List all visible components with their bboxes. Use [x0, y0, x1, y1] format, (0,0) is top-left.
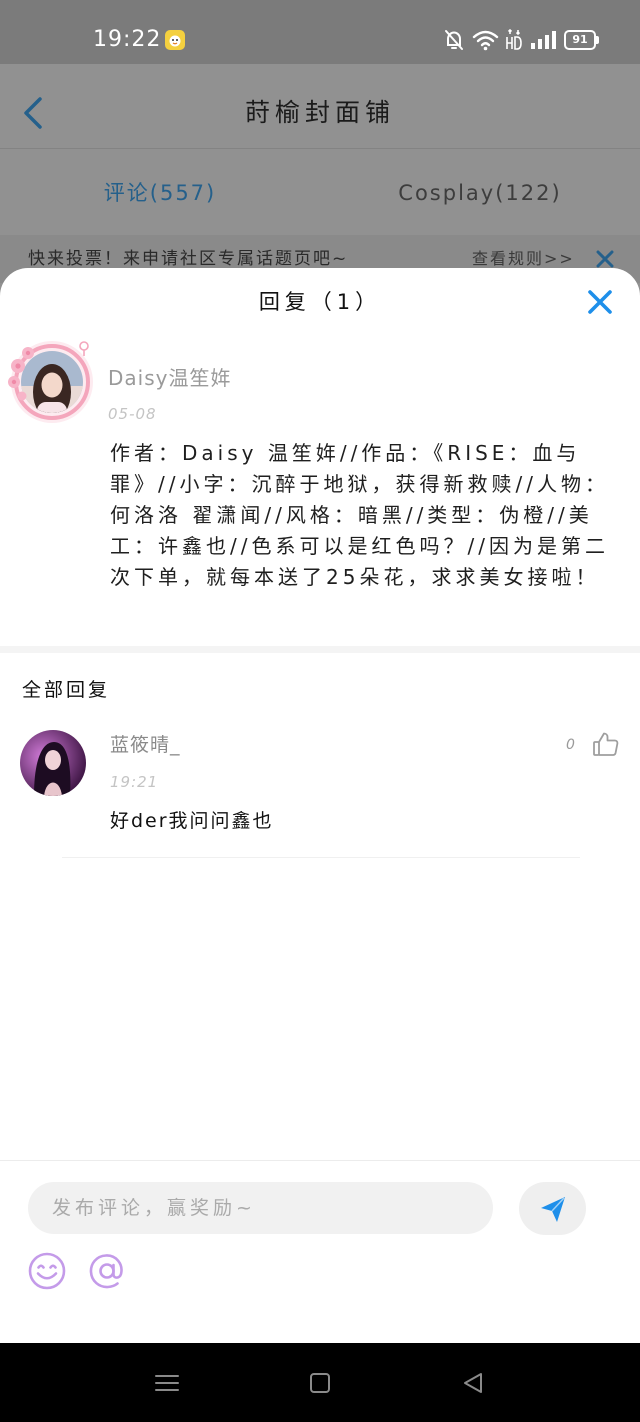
at-icon	[89, 1254, 123, 1289]
app-notification-icon	[164, 29, 186, 51]
battery-tip	[596, 36, 599, 44]
reply-sheet: 回复（1） Daisy温笙姩 05-08 作者：Daisy 温笙姩//作品：《R…	[0, 268, 640, 1343]
comment-author[interactable]: Daisy温笙姩	[108, 364, 231, 392]
comment-text: 作者：Daisy 温笙姩//作品：《RISE：血与罪》//小字：沉醉于地狱，获得…	[110, 441, 609, 589]
send-button[interactable]	[519, 1182, 586, 1235]
like-count: 0	[566, 737, 575, 753]
reply-text: 好der我问问鑫也	[110, 810, 274, 832]
comment-input[interactable]	[28, 1182, 493, 1234]
battery-icon: 91	[564, 30, 600, 50]
paper-plane-icon	[541, 1197, 565, 1222]
avatar[interactable]	[6, 336, 98, 428]
close-icon	[588, 290, 612, 314]
battery-level: 91	[572, 33, 588, 46]
status-time: 19:22	[93, 27, 162, 52]
replies-header: 全部回复	[22, 679, 111, 701]
avatar[interactable]	[20, 730, 86, 796]
menu-button[interactable]	[154, 1372, 180, 1394]
smiley-icon	[28, 1252, 66, 1290]
hd-icon	[506, 29, 522, 51]
menu-icon	[155, 1375, 179, 1391]
section-divider	[0, 646, 640, 653]
wifi-icon	[472, 29, 499, 51]
navigation-bar	[0, 1343, 640, 1422]
reply-divider	[62, 857, 580, 858]
status-bar: 19:22 91	[0, 0, 640, 64]
mention-button[interactable]	[86, 1250, 128, 1292]
thumbs-up-icon	[593, 732, 619, 756]
back-nav-button[interactable]	[461, 1371, 485, 1395]
signal-icon	[530, 30, 556, 50]
comment-date: 05-08	[108, 405, 157, 423]
bell-off-icon	[444, 29, 464, 51]
home-button[interactable]	[309, 1372, 331, 1394]
reply-author[interactable]: 蓝筱晴_	[110, 731, 181, 759]
sheet-close-button[interactable]	[586, 288, 614, 316]
comment-composer	[0, 1160, 640, 1343]
reply-time: 19:21	[110, 773, 159, 791]
reply-item: 蓝筱晴_ 19:21 0 好der我问问鑫也	[0, 724, 640, 860]
home-icon	[310, 1373, 330, 1393]
sheet-title: 回复（1）	[258, 290, 382, 314]
back-triangle-icon	[464, 1373, 482, 1393]
emoji-button[interactable]	[27, 1251, 67, 1291]
like-button[interactable]	[592, 730, 620, 758]
